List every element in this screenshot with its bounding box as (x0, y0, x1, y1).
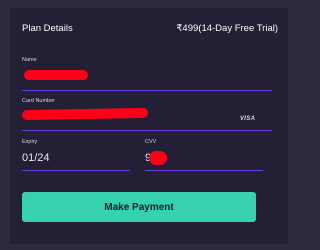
name-redaction (24, 70, 88, 80)
cvv-underline (145, 170, 263, 171)
card-number-field[interactable]: VISA (21, 106, 272, 133)
name-field[interactable] (22, 65, 272, 93)
visa-icon: VISA (240, 116, 256, 122)
expiry-underline (22, 170, 130, 171)
cvv-redaction (149, 151, 167, 165)
cvv-label: CVV (145, 139, 157, 145)
card-number-redaction (21, 107, 149, 121)
cvv-field[interactable]: 9 (145, 147, 263, 173)
name-label: Name (22, 57, 37, 63)
make-payment-button[interactable]: Make Payment (22, 192, 256, 222)
expiry-value: 01/24 (22, 152, 50, 164)
plan-title: Plan Details (22, 23, 73, 34)
payment-card: Plan Details ₹499(14-Day Free Trial) Nam… (10, 8, 288, 244)
card-number-label: Card Number (22, 98, 56, 104)
plan-price: ₹499(14-Day Free Trial) (176, 23, 278, 34)
card-number-underline (22, 130, 272, 131)
name-underline (22, 90, 272, 91)
expiry-field[interactable]: 01/24 (22, 147, 130, 173)
expiry-label: Expiry (22, 139, 38, 145)
